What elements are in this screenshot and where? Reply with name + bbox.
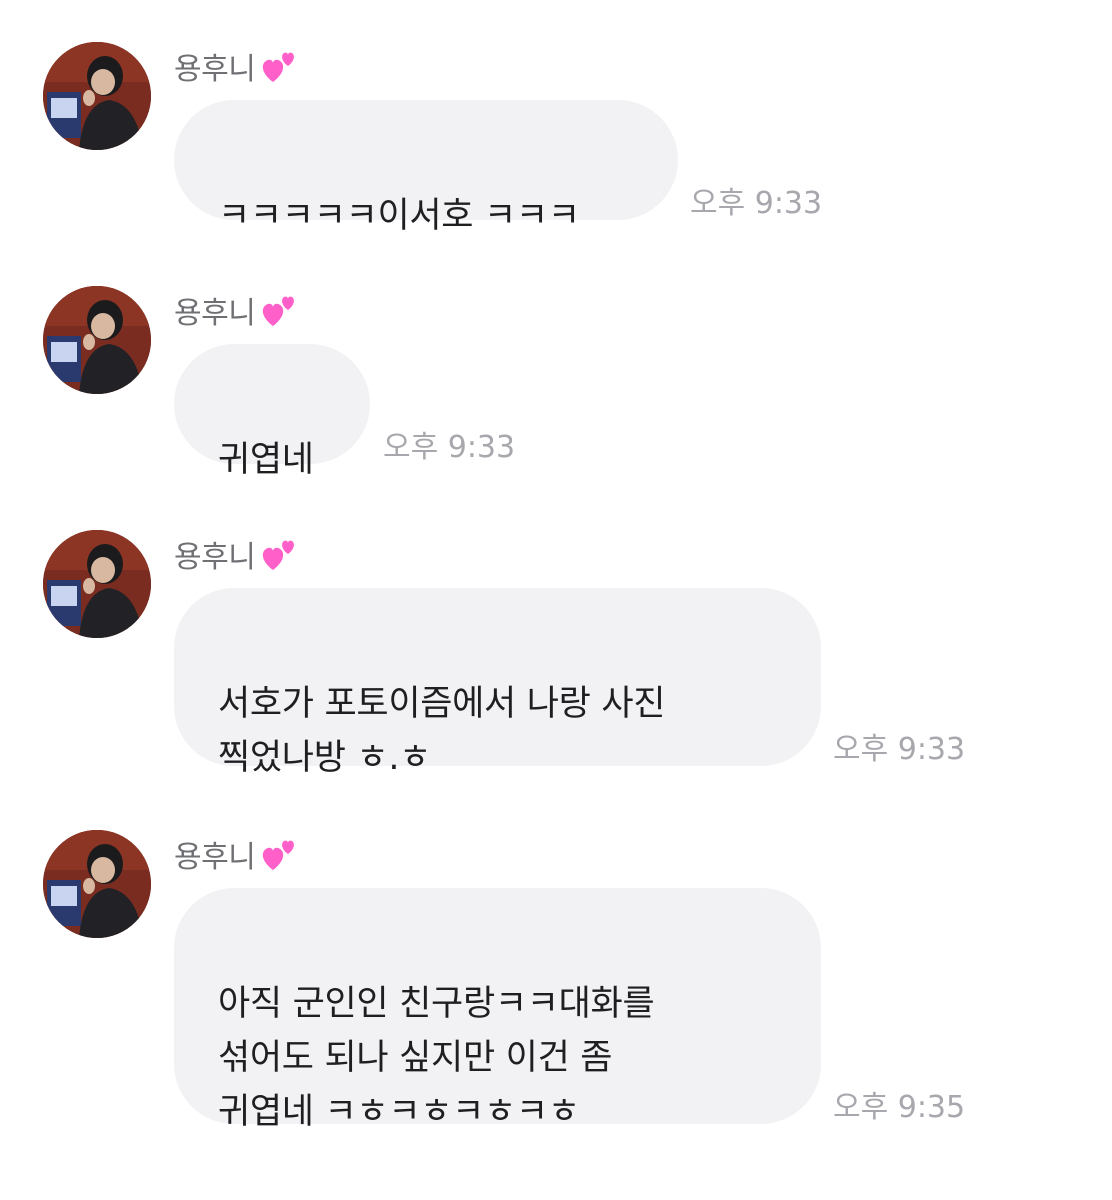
chat-message: 용후니 아직 군인인 친구랑ㅋㅋ대화를 섞어도 되나 싶지만 이건 좀 귀엽네 … bbox=[0, 830, 1112, 1140]
sender-name: 용후니 bbox=[174, 534, 299, 575]
message-time: 오후 9:33 bbox=[833, 732, 966, 767]
two-hearts-icon bbox=[263, 840, 295, 870]
message-bubble[interactable]: 귀엽네 bbox=[174, 344, 370, 480]
message-text: 서호가 포토이즘에서 나랑 사진 찍었나방 ㅎ.ㅎ bbox=[218, 684, 666, 778]
sender-avatar[interactable] bbox=[43, 530, 151, 638]
chat-message: 용후니 서호가 포토이즘에서 나랑 사진 찍었나방 ㅎ.ㅎ 오후 9:33 bbox=[0, 530, 1112, 780]
chat-message: 용후니 ㅋㅋㅋㅋㅋ이서호 ㅋㅋㅋ 오후 9:33 bbox=[0, 42, 1112, 236]
sender-name-text: 용후니 bbox=[174, 540, 256, 575]
two-hearts-icon bbox=[263, 52, 295, 82]
sender-avatar[interactable] bbox=[43, 830, 151, 938]
message-text: 귀엽네 bbox=[218, 440, 314, 480]
message-text: 아직 군인인 친구랑ㅋㅋ대화를 섞어도 되나 싶지만 이건 좀 귀엽네 ㅋㅎㅋㅎ… bbox=[218, 984, 655, 1132]
sender-avatar[interactable] bbox=[43, 42, 151, 150]
message-time: 오후 9:33 bbox=[690, 186, 823, 221]
sender-name: 용후니 bbox=[174, 290, 299, 331]
avatar-photo bbox=[43, 830, 151, 938]
message-bubble[interactable]: 아직 군인인 친구랑ㅋㅋ대화를 섞어도 되나 싶지만 이건 좀 귀엽네 ㅋㅎㅋㅎ… bbox=[174, 888, 821, 1132]
avatar-photo bbox=[43, 286, 151, 394]
two-hearts-icon bbox=[263, 296, 295, 326]
sender-name-text: 용후니 bbox=[174, 840, 256, 875]
sender-avatar[interactable] bbox=[43, 286, 151, 394]
message-time: 오후 9:33 bbox=[383, 430, 516, 465]
message-bubble[interactable]: ㅋㅋㅋㅋㅋ이서호 ㅋㅋㅋ bbox=[174, 100, 678, 236]
avatar-photo bbox=[43, 42, 151, 150]
message-time: 오후 9:35 bbox=[833, 1090, 966, 1125]
chat-message: 용후니 귀엽네 오후 9:33 bbox=[0, 286, 1112, 480]
sender-name-text: 용후니 bbox=[174, 296, 256, 331]
avatar-photo bbox=[43, 530, 151, 638]
sender-name: 용후니 bbox=[174, 46, 299, 87]
two-hearts-icon bbox=[263, 540, 295, 570]
message-text: ㅋㅋㅋㅋㅋ이서호 ㅋㅋㅋ bbox=[218, 196, 580, 236]
sender-name-text: 용후니 bbox=[174, 52, 256, 87]
sender-name: 용후니 bbox=[174, 834, 299, 875]
message-bubble[interactable]: 서호가 포토이즘에서 나랑 사진 찍었나방 ㅎ.ㅎ bbox=[174, 588, 821, 778]
